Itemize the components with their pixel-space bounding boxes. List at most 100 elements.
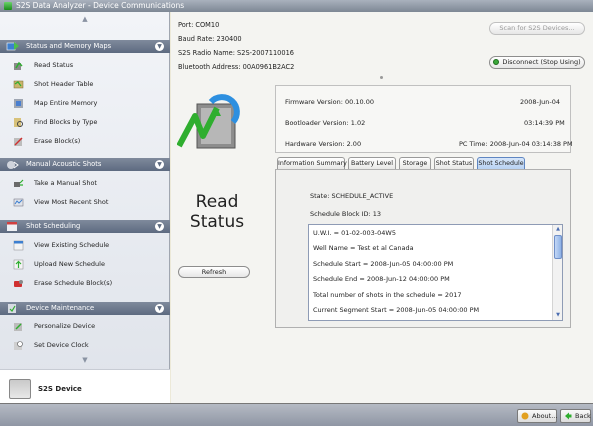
schedule-detail-line: Current Segment Start = 2008-Jun-05 04:0… (313, 306, 480, 314)
upload-schedule-icon (13, 259, 24, 270)
sidebar-item-shot-header-table[interactable]: Shot Header Table (0, 76, 170, 93)
sidebar-item-label: Personalize Device (34, 322, 96, 330)
tab-battery-level[interactable]: Battery Level (348, 157, 396, 169)
tab-storage[interactable]: Storage (399, 157, 431, 169)
baud-rate-text: Baud Rate: 230400 (178, 35, 242, 43)
splitter-handle[interactable] (380, 76, 383, 79)
port-text: Port: COM10 (178, 21, 220, 29)
scroll-down-icon[interactable]: ▼ (554, 312, 562, 319)
sidebar-item-label: Shot Header Table (34, 80, 94, 88)
refresh-button[interactable]: Refresh (178, 266, 250, 278)
scrollbar-thumb[interactable] (554, 235, 562, 259)
sidebar-scroll-up-icon[interactable]: ▲ (0, 12, 170, 26)
tab-shot-status[interactable]: Shot Status (434, 157, 474, 169)
sidebar-item-label: Map Entire Memory (34, 99, 98, 107)
about-label: About... (532, 412, 558, 420)
bootloader-version: Bootloader Version: 1.02 (285, 119, 366, 127)
sidebar-item-take-manual-shot[interactable]: Take a Manual Shot (0, 175, 170, 192)
section-device-maintenance[interactable]: Device Maintenance ▼ (0, 302, 170, 315)
version-info-box: Firmware Version: 00.10.00 2008-Jun-04 B… (275, 85, 573, 153)
acoustic-shot-icon (7, 161, 19, 169)
section-label: Status and Memory Maps (26, 42, 112, 50)
bottom-bar: About... Back (0, 403, 593, 426)
sidebar-item-erase-blocks[interactable]: Erase Block(s) (0, 133, 170, 150)
personalize-device-icon (14, 323, 22, 331)
window-title: S2S Data Analyzer - Device Communication… (16, 1, 185, 10)
sidebar-item-read-status[interactable]: Read Status (0, 57, 170, 74)
view-schedule-icon (13, 240, 24, 251)
device-name: S2S Device (38, 385, 82, 393)
collapse-icon[interactable]: ▼ (155, 42, 164, 51)
bluetooth-address-text: Bluetooth Address: 00A0961B2AC2 (178, 63, 295, 71)
main-panel: Port: COM10 Baud Rate: 230400 S2S Radio … (171, 12, 593, 403)
section-label: Manual Acoustic Shots (26, 160, 102, 168)
about-button[interactable]: About... (517, 409, 557, 423)
sidebar-item-label: Take a Manual Shot (34, 179, 97, 187)
disconnect-button[interactable]: Disconnect (Stop Using) (489, 56, 585, 69)
sidebar-item-label: Upload New Schedule (34, 260, 105, 268)
section-manual-acoustic-shots[interactable]: Manual Acoustic Shots ▼ (0, 158, 170, 171)
schedule-detail-line: Well Name = Test et al Canada (313, 244, 414, 252)
clock-icon (14, 341, 23, 350)
map-memory-icon (14, 99, 23, 108)
sidebar-item-label: Erase Block(s) (34, 137, 81, 145)
sidebar-item-find-blocks[interactable]: Find Blocks by Type (0, 114, 170, 131)
erase-schedule-icon (14, 280, 23, 287)
sidebar-item-label: Erase Schedule Block(s) (34, 279, 113, 287)
schedule-detail-line: U.W.I. = 01-02-003-04W5 (313, 229, 396, 237)
tab-shot-schedule[interactable]: Shot Schedule (477, 157, 525, 169)
schedule-state: State: SCHEDULE_ACTIVE (310, 192, 394, 200)
sidebar-item-erase-schedule[interactable]: Erase Schedule Block(s) (0, 275, 170, 292)
disconnect-icon (493, 59, 500, 65)
firmware-version: Firmware Version: 00.10.00 (285, 98, 374, 106)
sidebar-item-label: Find Blocks by Type (34, 118, 98, 126)
page-title-line2: Status (189, 212, 245, 232)
sidebar-item-personalize-device[interactable]: Personalize Device (0, 318, 170, 335)
collapse-icon[interactable]: ▼ (155, 304, 164, 313)
device-icon (9, 379, 31, 399)
back-button[interactable]: Back (560, 409, 591, 423)
sidebar-item-label: View Existing Schedule (34, 241, 110, 249)
hardware-version: Hardware Version: 2.00 (285, 140, 362, 148)
bootloader-time: 03:14:39 PM (524, 119, 565, 127)
firmware-date: 2008-Jun-04 (520, 98, 561, 106)
page-title-line1: Read (195, 192, 239, 212)
sidebar-item-view-recent-shot[interactable]: View Most Recent Shot (0, 194, 170, 211)
sidebar-item-label: View Most Recent Shot (34, 198, 109, 206)
page-title: Read Status (182, 192, 252, 232)
shot-header-icon (13, 80, 24, 89)
sidebar-item-view-schedule[interactable]: View Existing Schedule (0, 237, 170, 254)
shot-schedule-panel: State: SCHEDULE_ACTIVE Schedule Block ID… (275, 169, 571, 328)
back-arrow-icon (565, 412, 572, 420)
tab-information-summary[interactable]: Information Summary (277, 157, 347, 169)
sidebar-item-map-entire-memory[interactable]: Map Entire Memory (0, 95, 170, 112)
schedule-details-textbox[interactable]: U.W.I. = 01-02-003-04W5 Well Name = Test… (308, 224, 563, 321)
sidebar-item-set-clock[interactable]: Set Device Clock (0, 337, 170, 354)
schedule-detail-line: Schedule End = 2008-Jun-12 04:00:00 PM (313, 275, 450, 283)
title-bar: S2S Data Analyzer - Device Communication… (0, 0, 593, 12)
scan-devices-button[interactable]: Scan for S2S Devices... (489, 22, 585, 35)
read-status-icon (14, 61, 23, 70)
view-shot-icon (13, 198, 24, 207)
schedule-scrollbar[interactable]: ▲ ▼ (552, 225, 562, 320)
collapse-icon[interactable]: ▼ (155, 222, 164, 231)
back-label: Back (575, 412, 591, 420)
section-label: Shot Scheduling (26, 222, 81, 230)
sidebar-item-upload-schedule[interactable]: Upload New Schedule (0, 256, 170, 273)
section-label: Device Maintenance (26, 304, 95, 312)
scroll-up-icon[interactable]: ▲ (554, 226, 562, 233)
section-shot-scheduling[interactable]: Shot Scheduling ▼ (0, 220, 170, 233)
memory-map-icon (6, 42, 19, 51)
section-status-memory-maps[interactable]: Status and Memory Maps ▼ (0, 40, 170, 53)
maintenance-icon (8, 304, 16, 313)
schedule-detail-line: Schedule Start = 2008-Jun-05 04:00:00 PM (313, 260, 454, 268)
sidebar-item-label: Set Device Clock (34, 341, 89, 349)
collapse-icon[interactable]: ▼ (155, 160, 164, 169)
sidebar-item-label: Read Status (34, 61, 74, 69)
schedule-detail-line: Total number of shots in the schedule = … (313, 291, 462, 299)
disconnect-label: Disconnect (Stop Using) (502, 58, 581, 66)
about-icon (521, 412, 529, 420)
manual-shot-icon (14, 179, 24, 187)
sidebar-scroll-down-icon[interactable]: ▼ (0, 356, 170, 368)
erase-blocks-icon (14, 137, 23, 146)
